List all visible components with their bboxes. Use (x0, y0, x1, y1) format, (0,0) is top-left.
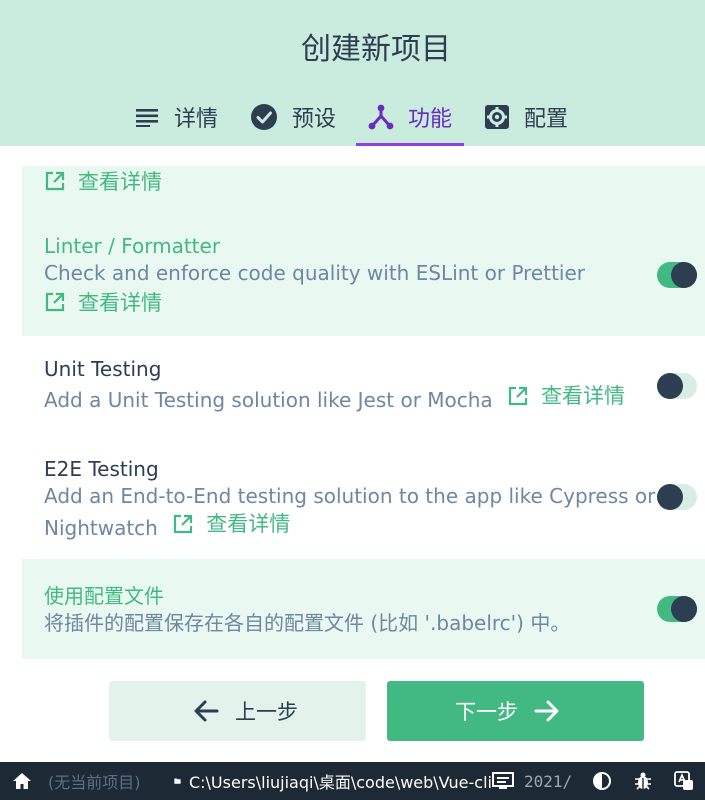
feature-item-partial: 查看详情 (22, 166, 705, 206)
current-path-label: C:\Users\liujiaqi\桌面\code\web\Vue-cli (188, 773, 492, 792)
folder-icon (174, 778, 181, 784)
current-project-label: (无当前项目) (48, 773, 141, 792)
feature-description: 将插件的配置保存在各自的配置文件 (比如 '.babelrc') 中。 (44, 611, 571, 635)
next-step-label: 下一步 (455, 700, 518, 724)
feature-description: Add an End-to-End testing solution to th… (44, 484, 656, 508)
current-project[interactable]: (无当前项目) (0, 762, 170, 800)
e2e-testing-toggle[interactable] (657, 484, 697, 510)
bug-icon (635, 772, 651, 790)
current-path[interactable]: C:\Users\liujiaqi\桌面\code\web\Vue-cli (170, 762, 492, 800)
feature-description-line2: Nightwatch 查看详情 (44, 510, 705, 542)
header: 创建新项目 详情 预设 功能 配置 (0, 0, 705, 146)
config-files-toggle[interactable] (657, 596, 697, 622)
home-icon (13, 773, 31, 789)
create-project-page: 创建新项目 详情 预设 功能 配置 查看详情 Linter / Formatte… (0, 0, 705, 800)
more-info-link[interactable]: 查看详情 (507, 382, 625, 410)
more-info-label: 查看详情 (78, 291, 162, 315)
translate-button[interactable] (664, 762, 704, 800)
contrast-icon (593, 772, 611, 790)
feature-name: Linter / Formatter (44, 234, 221, 258)
toggle-knob (657, 373, 683, 399)
feature-description-text: Nightwatch (44, 516, 158, 540)
more-info-link[interactable]: 查看详情 (44, 166, 162, 196)
toggle-knob (671, 596, 697, 622)
feature-name: E2E Testing (44, 457, 159, 481)
feature-name: 使用配置文件 (44, 584, 164, 608)
translate-icon (674, 771, 693, 790)
external-link-icon (174, 514, 193, 534)
feature-name: Unit Testing (44, 357, 162, 381)
more-info-label: 查看详情 (78, 170, 162, 194)
status-bar: (无当前项目) C:\Users\liujiaqi\桌面\code\web\Vu… (0, 762, 705, 800)
tab-config-label: 配置 (524, 107, 569, 132)
check-circle-icon (251, 104, 278, 130)
external-link-icon (508, 386, 528, 406)
linter-toggle[interactable] (657, 262, 697, 288)
gear-icon (485, 105, 510, 129)
more-info-label: 查看详情 (541, 384, 626, 408)
next-step-button[interactable]: 下一步 (387, 681, 644, 741)
page-title: 创建新项目 (301, 32, 451, 67)
log-indicator[interactable]: 2021/ (492, 762, 582, 800)
more-info-label: 查看详情 (206, 512, 291, 536)
toggle-knob (657, 484, 683, 510)
previous-step-label: 上一步 (235, 700, 298, 724)
tab-config[interactable]: 配置 (472, 90, 580, 144)
tab-features-label: 功能 (408, 106, 453, 132)
tab-details-label: 详情 (174, 107, 219, 132)
more-info-link[interactable]: 查看详情 (44, 287, 162, 317)
external-link-icon (45, 171, 65, 191)
merge-icon (368, 104, 394, 129)
arrow-right-icon (534, 700, 559, 722)
terminal-icon (492, 772, 514, 789)
tab-presets[interactable]: 预设 (238, 90, 348, 144)
dark-mode-toggle[interactable] (582, 762, 622, 800)
feature-description: Check and enforce code quality with ESLi… (44, 261, 586, 285)
report-bug-button[interactable] (622, 762, 664, 800)
tab-details[interactable]: 详情 (124, 90, 230, 144)
unit-testing-toggle[interactable] (657, 373, 697, 399)
feature-item-unit-testing[interactable]: Unit Testing Add a Unit Testing solution… (22, 336, 705, 434)
previous-step-button[interactable]: 上一步 (109, 681, 366, 741)
log-label: 2021/ (524, 771, 573, 791)
feature-description: Add a Unit Testing solution like Jest or… (44, 382, 705, 414)
arrow-left-icon (194, 700, 219, 722)
feature-description-text: Add a Unit Testing solution like Jest or… (44, 388, 493, 412)
feature-item-config-files[interactable]: 使用配置文件 将插件的配置保存在各自的配置文件 (比如 '.babelrc') … (22, 559, 705, 659)
more-info-link[interactable]: 查看详情 (172, 510, 290, 538)
tab-presets-label: 预设 (292, 107, 337, 132)
feature-item-e2e-testing[interactable]: E2E Testing Add an End-to-End testing so… (22, 434, 705, 558)
feature-item-linter[interactable]: Linter / Formatter Check and enforce cod… (22, 206, 705, 336)
external-link-icon (45, 292, 65, 312)
tab-features[interactable]: 功能 (356, 90, 465, 146)
tab-bar: 详情 预设 功能 配置 (124, 90, 588, 146)
list-icon (136, 109, 158, 127)
feature-list[interactable]: 查看详情 Linter / Formatter Check and enforc… (0, 146, 705, 660)
toggle-knob (671, 262, 697, 288)
